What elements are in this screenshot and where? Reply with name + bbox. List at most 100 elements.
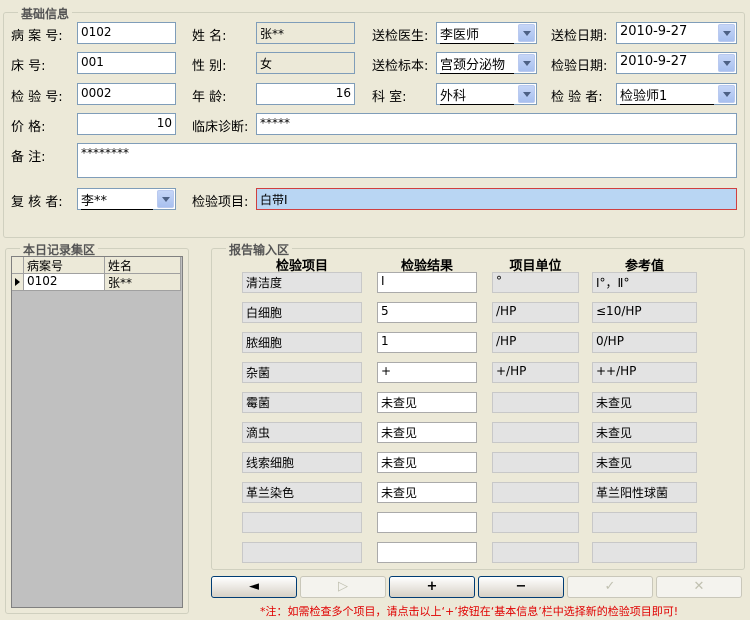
doctor-value: 李医师 xyxy=(440,24,514,44)
chevron-down-icon[interactable] xyxy=(157,190,174,208)
report-reference-cell[interactable]: 未查见 xyxy=(592,452,697,473)
report-unit-cell[interactable]: /HP xyxy=(492,332,579,353)
report-item-cell[interactable] xyxy=(242,512,362,533)
report-result-input[interactable] xyxy=(377,542,477,563)
bed-no-input[interactable]: 001 xyxy=(77,52,176,74)
report-reference-cell[interactable]: 未查见 xyxy=(592,422,697,443)
cancel-button[interactable]: ✕ xyxy=(656,576,742,598)
report-item-cell[interactable]: 清洁度 xyxy=(242,272,362,293)
report-item-cell[interactable]: 线索细胞 xyxy=(242,452,362,473)
report-unit-cell[interactable] xyxy=(492,392,579,413)
report-item-cell[interactable]: 白细胞 xyxy=(242,302,362,323)
report-unit-cell[interactable]: +/HP xyxy=(492,362,579,383)
report-reference-cell[interactable]: 革兰阳性球菌 xyxy=(592,482,697,503)
chevron-down-icon[interactable] xyxy=(718,24,735,42)
reviewer-label: 复 核 者: xyxy=(11,195,63,210)
bed-no-label: 床 号: xyxy=(11,59,46,74)
case-no-label: 病 案 号: xyxy=(11,29,63,44)
grid-header-name[interactable]: 姓名 xyxy=(105,257,181,274)
send-date-label: 送检日期: xyxy=(551,29,608,44)
tester-label: 检 验 者: xyxy=(551,90,603,105)
reviewer-value: 李** xyxy=(81,190,153,210)
report-unit-cell[interactable]: /HP xyxy=(492,302,579,323)
report-result-input[interactable]: 未查见 xyxy=(377,422,477,443)
test-date-picker[interactable]: 2010-9-27 xyxy=(616,52,737,74)
records-grid[interactable]: 病案号 姓名 0102 张** xyxy=(11,256,183,608)
report-reference-cell[interactable] xyxy=(592,542,697,563)
dept-select[interactable]: 外科 xyxy=(436,83,537,105)
report-item-cell[interactable]: 杂菌 xyxy=(242,362,362,383)
test-no-label: 检 验 号: xyxy=(11,90,63,105)
table-cell[interactable]: 0102 xyxy=(24,274,105,291)
specimen-value: 宫颈分泌物 xyxy=(440,54,514,74)
price-label: 价 格: xyxy=(11,120,46,135)
chevron-down-icon[interactable] xyxy=(718,85,735,103)
test-date-value: 2010-9-27 xyxy=(620,54,688,69)
chevron-down-icon[interactable] xyxy=(718,54,735,72)
report-reference-cell[interactable]: ≤10/HP xyxy=(592,302,697,323)
report-item-cell[interactable]: 革兰染色 xyxy=(242,482,362,503)
next-button[interactable]: ▷ xyxy=(300,576,386,598)
chevron-down-icon[interactable] xyxy=(518,54,535,72)
name-field[interactable]: 张** xyxy=(256,22,355,44)
chevron-down-icon[interactable] xyxy=(518,24,535,42)
remove-button[interactable]: − xyxy=(478,576,564,598)
report-item-cell[interactable]: 霉菌 xyxy=(242,392,362,413)
report-reference-cell[interactable]: 0/HP xyxy=(592,332,697,353)
report-unit-cell[interactable] xyxy=(492,482,579,503)
report-reference-cell[interactable]: 未查见 xyxy=(592,392,697,413)
report-result-input[interactable]: 未查见 xyxy=(377,452,477,473)
report-item-cell[interactable]: 滴虫 xyxy=(242,422,362,443)
prev-button[interactable]: ◄ xyxy=(211,576,297,598)
diagnosis-label: 临床诊断: xyxy=(192,120,249,135)
gender-field[interactable]: 女 xyxy=(256,52,355,74)
test-item-label: 检验项目: xyxy=(192,195,249,210)
remarks-textarea[interactable]: ******** xyxy=(77,143,737,178)
diagnosis-input[interactable]: ***** xyxy=(256,113,737,135)
age-label: 年 龄: xyxy=(192,90,227,105)
add-button[interactable]: + xyxy=(389,576,475,598)
remarks-label: 备 注: xyxy=(11,150,46,165)
confirm-button[interactable]: ✓ xyxy=(567,576,653,598)
test-item-field[interactable]: 白带Ⅰ xyxy=(256,188,737,210)
report-result-input[interactable]: 未查见 xyxy=(377,482,477,503)
report-result-input[interactable]: 未查见 xyxy=(377,392,477,413)
dept-value: 外科 xyxy=(440,85,514,105)
report-result-input[interactable] xyxy=(377,512,477,533)
gender-label: 性 别: xyxy=(192,59,227,74)
table-cell[interactable]: 张** xyxy=(105,274,181,291)
report-unit-cell[interactable] xyxy=(492,452,579,473)
report-unit-cell[interactable] xyxy=(492,422,579,443)
note-text: *注：如需检查多个项目，请点击以上‘+’按钮在‘基本信息’栏中选择新的检验项目即… xyxy=(260,605,679,618)
basic-info-title: 基础信息 xyxy=(18,5,73,22)
specimen-label: 送检标本: xyxy=(372,59,429,74)
case-no-input[interactable]: 0102 xyxy=(77,22,176,44)
row-indicator-icon[interactable] xyxy=(12,274,24,291)
report-unit-cell[interactable] xyxy=(492,542,579,563)
chevron-down-icon[interactable] xyxy=(518,85,535,103)
report-item-cell[interactable]: 脓细胞 xyxy=(242,332,362,353)
test-date-label: 检验日期: xyxy=(551,59,608,74)
report-unit-cell[interactable]: ° xyxy=(492,272,579,293)
grid-corner xyxy=(12,257,24,274)
reviewer-select[interactable]: 李** xyxy=(77,188,176,210)
tester-value: 检验师1 xyxy=(620,85,714,105)
grid-header-case-no[interactable]: 病案号 xyxy=(24,257,105,274)
report-result-input[interactable]: 1 xyxy=(377,332,477,353)
age-input[interactable]: 16 xyxy=(256,83,355,105)
report-result-input[interactable]: + xyxy=(377,362,477,383)
tester-select[interactable]: 检验师1 xyxy=(616,83,737,105)
report-reference-cell[interactable]: ++/HP xyxy=(592,362,697,383)
report-reference-cell[interactable] xyxy=(592,512,697,533)
send-date-picker[interactable]: 2010-9-27 xyxy=(616,22,737,44)
report-result-input[interactable]: Ⅰ xyxy=(377,272,477,293)
report-item-cell[interactable] xyxy=(242,542,362,563)
price-input[interactable]: 10 xyxy=(77,113,176,135)
doctor-select[interactable]: 李医师 xyxy=(436,22,537,44)
report-result-input[interactable]: 5 xyxy=(377,302,477,323)
test-no-input[interactable]: 0002 xyxy=(77,83,176,105)
name-label: 姓 名: xyxy=(192,29,227,44)
report-reference-cell[interactable]: Ⅰ°，Ⅱ° xyxy=(592,272,697,293)
specimen-select[interactable]: 宫颈分泌物 xyxy=(436,52,537,74)
report-unit-cell[interactable] xyxy=(492,512,579,533)
